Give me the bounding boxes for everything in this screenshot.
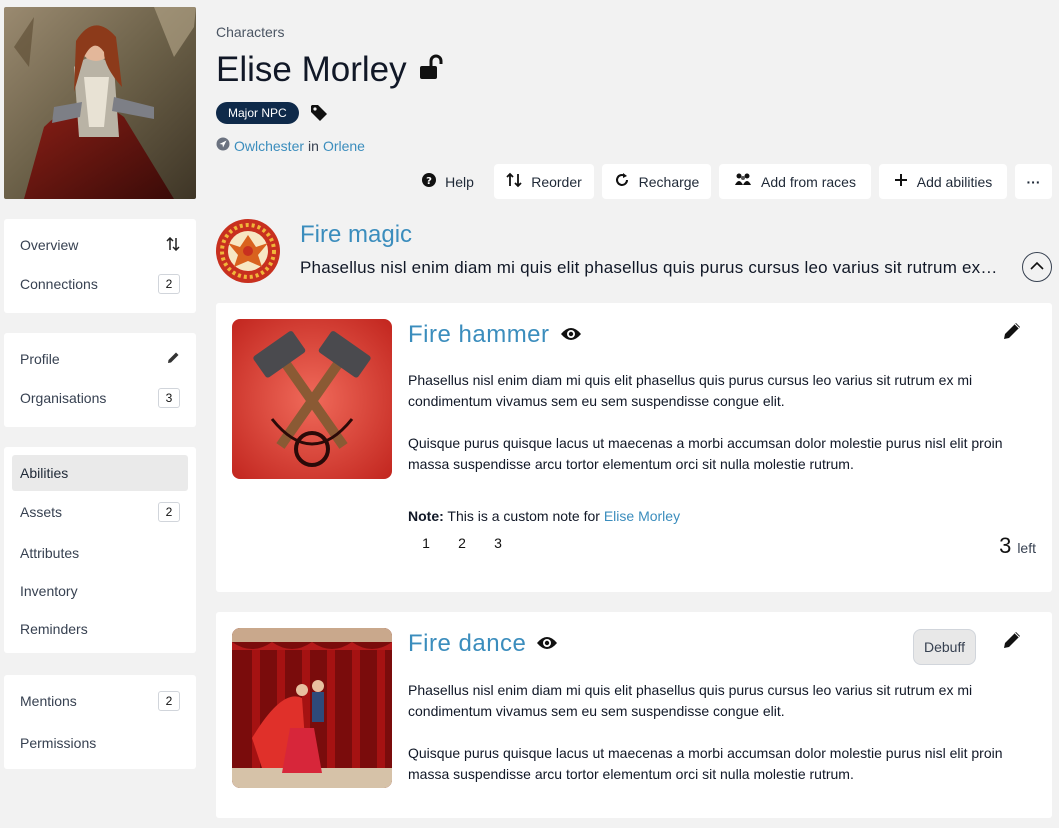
chevron-up-icon	[1030, 258, 1044, 276]
ability-description: Quisque purus quisque lacus ut maecenas …	[408, 435, 1003, 472]
sidebar-item-mentions[interactable]: Mentions 2	[12, 683, 188, 719]
charge-2[interactable]: 2	[444, 533, 480, 553]
ability-card: Fire hammer Phasellus nisl enim diam mi …	[216, 303, 1052, 592]
add-abilities-button[interactable]: Add abilities	[879, 164, 1007, 199]
sidebar-item-permissions[interactable]: Permissions	[12, 725, 188, 761]
users-icon	[734, 173, 752, 190]
location-link[interactable]: Owlchester	[234, 138, 304, 154]
region-link[interactable]: Orlene	[323, 138, 365, 154]
collapse-button[interactable]	[1022, 252, 1052, 282]
location-connector: in	[308, 137, 319, 154]
ability-type-badge: Debuff	[913, 629, 976, 665]
parent-ability-image[interactable]	[216, 219, 280, 283]
eye-icon[interactable]	[560, 321, 582, 349]
location-icon	[216, 137, 230, 154]
recharge-button[interactable]: Recharge	[602, 164, 711, 199]
more-icon: ···	[1026, 173, 1041, 190]
charge-selector: 1 2 3	[408, 533, 516, 553]
ability-title: Fire hammer	[408, 321, 582, 349]
sidebar-group-profile: Profile Organisations 3	[4, 333, 196, 427]
edit-icon[interactable]	[1002, 321, 1022, 346]
page-title: Elise Morley	[216, 50, 445, 90]
tag-badge[interactable]: Major NPC	[216, 102, 299, 124]
add-from-races-button[interactable]: Add from races	[719, 164, 871, 199]
sidebar-item-abilities[interactable]: Abilities	[12, 455, 188, 491]
refresh-icon	[614, 172, 630, 191]
help-icon: ?	[422, 173, 437, 190]
sort-arrows-icon[interactable]	[166, 236, 180, 254]
tag-icon[interactable]	[310, 104, 328, 127]
count-badge: 2	[158, 502, 180, 522]
ability-note: Note: This is a custom note for Elise Mo…	[408, 508, 681, 524]
sidebar-item-attributes[interactable]: Attributes	[12, 535, 188, 571]
sidebar-item-assets[interactable]: Assets 2	[12, 494, 188, 530]
count-badge: 2	[158, 691, 180, 711]
ability-image[interactable]	[232, 628, 392, 788]
character-portrait[interactable]	[4, 7, 196, 199]
edit-icon[interactable]	[1002, 630, 1022, 655]
more-options-button[interactable]: ···	[1015, 164, 1052, 199]
pencil-icon[interactable]	[166, 351, 180, 368]
ability-description: Phasellus nisl enim diam mi quis elit ph…	[408, 682, 973, 719]
sidebar-item-reminders[interactable]: Reminders	[12, 611, 188, 647]
ability-description: Quisque purus quisque lacus ut maecenas …	[408, 745, 1003, 782]
plus-icon	[894, 173, 908, 190]
sidebar-item-inventory[interactable]: Inventory	[12, 573, 188, 609]
eye-icon[interactable]	[536, 630, 558, 658]
note-character-link[interactable]: Elise Morley	[604, 508, 680, 524]
unlock-icon[interactable]	[417, 50, 445, 90]
ability-card: Fire dance Debuff Phasellus nisl enim di…	[216, 612, 1052, 818]
sidebar-group-mentions: Mentions 2 Permissions	[4, 675, 196, 769]
sidebar-item-connections[interactable]: Connections 2	[12, 266, 188, 302]
parent-ability-description: Phasellus nisl enim diam mi quis elit ph…	[300, 258, 1000, 277]
reorder-button[interactable]: Reorder	[494, 164, 594, 199]
sort-arrows-icon	[506, 172, 522, 191]
parent-ability-title[interactable]: Fire magic	[300, 221, 412, 249]
location-line: Owlchester in Orlene	[216, 137, 365, 154]
help-button[interactable]: ? Help	[410, 164, 486, 199]
charges-left: 3 left	[999, 533, 1036, 558]
sidebar-group-overview: Overview Connections 2	[4, 219, 196, 313]
sidebar-group-abilities: Abilities Assets 2 Attributes Inventory …	[4, 447, 196, 653]
svg-text:?: ?	[426, 176, 432, 187]
sidebar-item-organisations[interactable]: Organisations 3	[12, 380, 188, 416]
ability-description: Phasellus nisl enim diam mi quis elit ph…	[408, 372, 973, 409]
charge-1[interactable]: 1	[408, 533, 444, 553]
count-badge: 2	[158, 274, 180, 294]
ability-image[interactable]	[232, 319, 392, 479]
ability-title: Fire dance	[408, 630, 558, 658]
sidebar-item-overview[interactable]: Overview	[12, 227, 188, 263]
count-badge: 3	[158, 388, 180, 408]
charge-3[interactable]: 3	[480, 533, 516, 553]
breadcrumb[interactable]: Characters	[216, 24, 284, 40]
sidebar-item-profile[interactable]: Profile	[12, 341, 188, 377]
